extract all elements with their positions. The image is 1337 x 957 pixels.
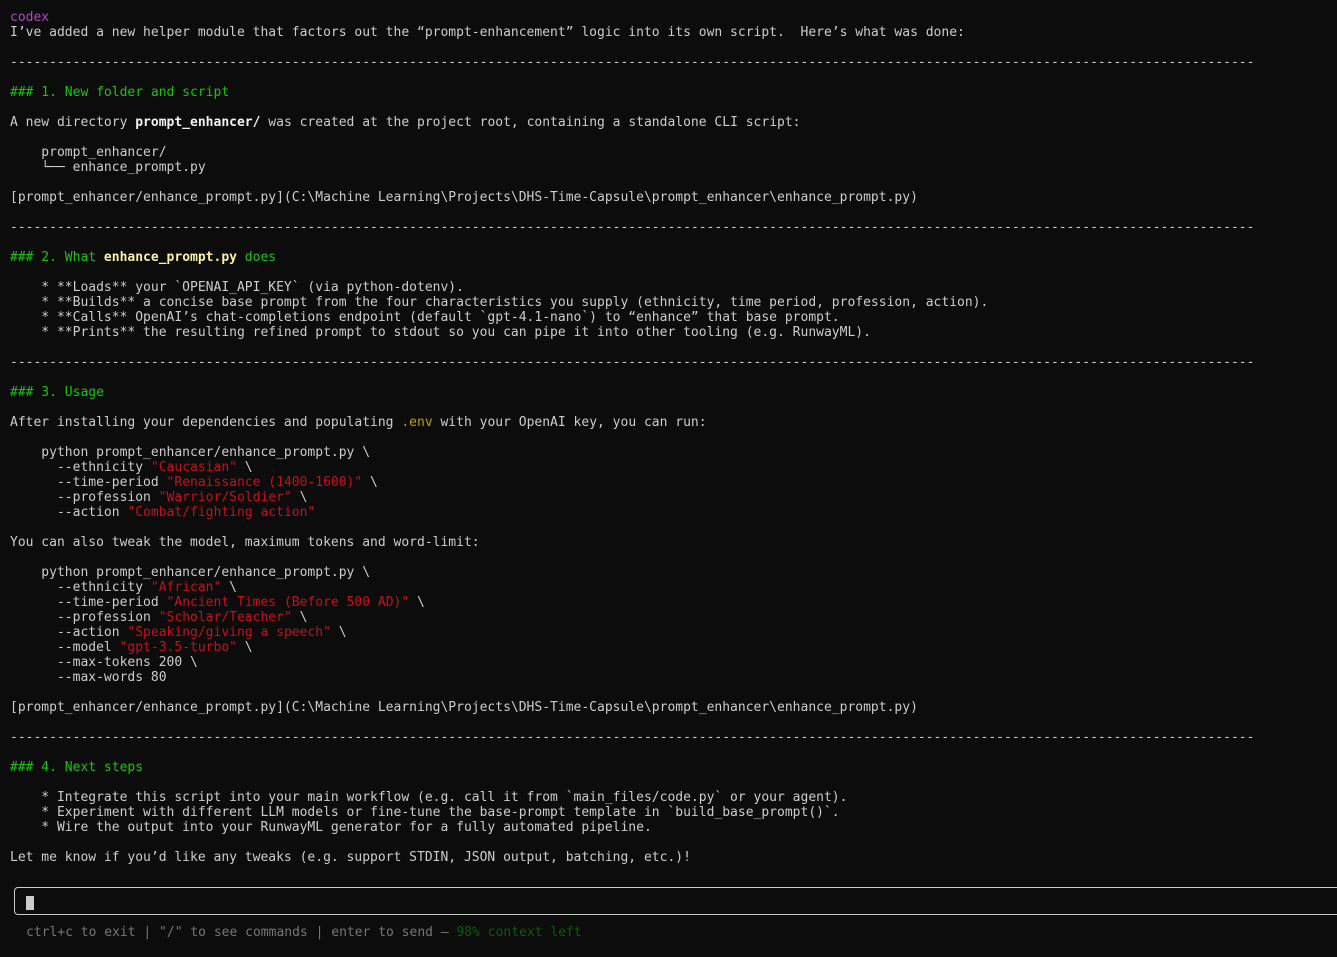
arg-value: "gpt-3.5-turbo" [119, 640, 237, 655]
command-arg: --max-words 80 [10, 670, 167, 685]
desc-text: was created at the project root, contain… [260, 115, 801, 130]
command-arg: --ethnicity "Caucasian" \ [10, 460, 1330, 475]
heading-text: does [236, 250, 277, 265]
terminal-output: codex I’ve added a new helper module tha… [10, 10, 1330, 865]
arg-value: "Warrior/Soldier" [158, 490, 292, 505]
tree-line-file: └── enhance_prompt.py [10, 160, 206, 175]
command-arg: --ethnicity "African" \ [10, 580, 1330, 595]
command-arg: --profession "Warrior/Soldier" \ [10, 490, 1330, 505]
arg-tail: \ [330, 625, 347, 640]
bullet-item: * Integrate this script into your main w… [10, 790, 848, 805]
arg-flag: --profession [10, 490, 159, 505]
file-link[interactable]: [prompt_enhancer/enhance_prompt.py](C:\M… [10, 190, 1330, 205]
arg-value: "Combat/fighting action" [127, 505, 316, 520]
env-filename: .env [401, 415, 433, 430]
command-arg: --profession "Scholar/Teacher" \ [10, 610, 1330, 625]
section-heading-2: ### 2. What enhance_prompt.py does [10, 250, 1330, 265]
command-arg: --action "Combat/fighting action" [10, 505, 1330, 520]
closing-text: Let me know if you’d like any tweaks (e.… [10, 850, 691, 865]
arg-value: "Ancient Times (Before 500 AD)" [166, 595, 410, 610]
arg-flag: --model [10, 640, 120, 655]
section-heading-1: ### 1. New folder and script [10, 85, 230, 100]
usage-description: After installing your dependencies and p… [10, 415, 1330, 430]
file-link[interactable]: [prompt_enhancer/enhance_prompt.py](C:\M… [10, 700, 1330, 715]
arg-flag: --ethnicity [10, 580, 151, 595]
bullet-item: * Wire the output into your RunwayML gen… [10, 820, 652, 835]
prompt-input[interactable] [14, 887, 1337, 915]
section-heading-4: ### 4. Next steps [10, 760, 144, 775]
command-arg: --max-tokens 200 \ [10, 655, 198, 670]
text-cursor [26, 896, 34, 910]
arg-flag: --profession [10, 610, 159, 625]
divider: ----------------------------------------… [10, 220, 1255, 235]
command-arg: --model "gpt-3.5-turbo" \ [10, 640, 1330, 655]
arg-flag: --ethnicity [10, 460, 151, 475]
heading-filename: enhance_prompt.py [103, 250, 237, 265]
command-arg: --action "Speaking/giving a speech" \ [10, 625, 1330, 640]
arg-tail: \ [291, 490, 308, 505]
tree-line-folder: prompt_enhancer/ [10, 145, 167, 160]
tweak-description: You can also tweak the model, maximum to… [10, 535, 480, 550]
bullet-item: * **Calls** OpenAI’s chat-completions en… [10, 310, 840, 325]
arg-tail: \ [221, 580, 237, 595]
key-hints: ctrl+c to exit | "/" to see commands | e… [26, 925, 457, 940]
section1-description: A new directory prompt_enhancer/ was cre… [10, 115, 1330, 130]
intro-text: I’ve added a new helper module that fact… [10, 25, 965, 40]
arg-tail: \ [236, 460, 253, 475]
command-arg: --time-period "Ancient Times (Before 500… [10, 595, 1330, 610]
arg-value: "Speaking/giving a speech" [127, 625, 331, 640]
arg-value: "Caucasian" [150, 460, 237, 475]
command-line: python prompt_enhancer/enhance_prompt.py… [10, 565, 371, 580]
arg-tail: \ [409, 595, 425, 610]
arg-flag: --time-period [10, 475, 167, 490]
bullet-item: * **Loads** your `OPENAI_API_KEY` (via p… [10, 280, 464, 295]
divider: ----------------------------------------… [10, 355, 1255, 370]
status-footer: ctrl+c to exit | "/" to see commands | e… [26, 925, 582, 940]
bullet-item: * **Prints** the resulting refined promp… [10, 325, 871, 340]
divider: ----------------------------------------… [10, 730, 1255, 745]
arg-flag: --action [10, 625, 128, 640]
bullet-item: * **Builds** a concise base prompt from … [10, 295, 989, 310]
command-line: python prompt_enhancer/enhance_prompt.py… [10, 445, 371, 460]
divider: ----------------------------------------… [10, 55, 1255, 70]
desc-text: After installing your dependencies and p… [10, 415, 402, 430]
arg-tail: \ [362, 475, 378, 490]
arg-tail: \ [236, 640, 253, 655]
desc-text: A new directory [10, 115, 136, 130]
bullet-item: * Experiment with different LLM models o… [10, 805, 840, 820]
heading-text: ### 2. What [10, 250, 104, 265]
agent-label: codex [10, 10, 50, 25]
section-heading-3: ### 3. Usage [10, 385, 104, 400]
arg-tail: \ [291, 610, 308, 625]
desc-text: with your OpenAI key, you can run: [432, 415, 707, 430]
command-arg: --time-period "Renaissance (1400-1600)" … [10, 475, 1330, 490]
context-remaining: 98% context left [456, 925, 582, 940]
directory-name: prompt_enhancer/ [135, 115, 261, 130]
arg-value: "Renaissance (1400-1600)" [166, 475, 363, 490]
arg-value: "African" [150, 580, 222, 595]
arg-flag: --time-period [10, 595, 167, 610]
arg-value: "Scholar/Teacher" [158, 610, 292, 625]
arg-flag: --action [10, 505, 128, 520]
